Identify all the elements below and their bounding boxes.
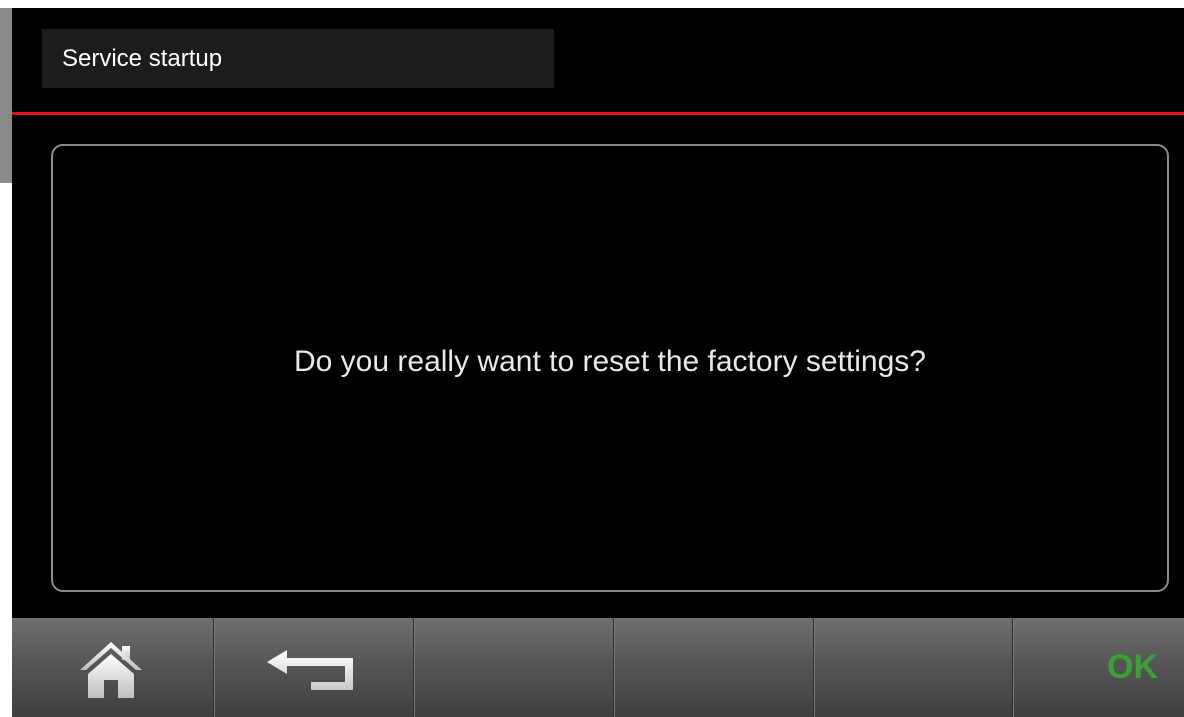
confirm-dialog: Do you really want to reset the factory … — [51, 144, 1169, 592]
back-button[interactable] — [214, 618, 414, 717]
page-title-box: Service startup — [42, 29, 554, 88]
ok-button[interactable]: OK — [1013, 618, 1184, 717]
confirm-message: Do you really want to reset the factory … — [294, 345, 926, 378]
screen-top-edge — [12, 0, 1184, 8]
left-edge-shade — [0, 8, 12, 183]
home-icon — [80, 642, 142, 698]
toolbar-button-4[interactable] — [614, 618, 814, 717]
device-screen: Service startup Do you really want to re… — [0, 0, 1184, 717]
screen-left-edge — [0, 0, 12, 717]
bottom-toolbar: OK — [12, 618, 1184, 717]
toolbar-button-5[interactable] — [814, 618, 1013, 717]
back-arrow-icon — [267, 650, 353, 690]
header-divider — [12, 112, 1184, 115]
page-title: Service startup — [62, 45, 223, 72]
ok-label: OK — [1107, 648, 1158, 686]
toolbar-button-3[interactable] — [414, 618, 614, 717]
home-button[interactable] — [12, 618, 214, 717]
